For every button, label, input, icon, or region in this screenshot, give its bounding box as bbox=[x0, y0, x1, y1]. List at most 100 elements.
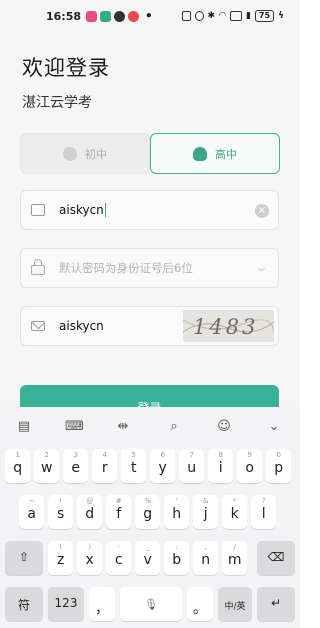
key-label: m bbox=[227, 552, 242, 568]
key-label: x bbox=[85, 552, 94, 568]
key-label: s bbox=[57, 506, 65, 522]
key-label: k bbox=[230, 506, 239, 522]
key-l[interactable]: ? l bbox=[251, 495, 277, 529]
key-a[interactable]: ~ a bbox=[19, 495, 45, 529]
key-label: h bbox=[172, 506, 182, 522]
app-notification-icon bbox=[100, 10, 111, 22]
key-m[interactable]: / m bbox=[222, 541, 248, 575]
key-o[interactable]: 9o bbox=[237, 449, 263, 483]
key-hint: : bbox=[175, 543, 178, 551]
key-hint: 4 bbox=[102, 451, 107, 459]
key-p[interactable]: 0p bbox=[266, 449, 292, 483]
key-hint: - bbox=[117, 543, 120, 551]
tab-senior-high[interactable]: 高中 bbox=[150, 133, 280, 174]
symbols-key[interactable]: 符 bbox=[5, 587, 43, 621]
comma-key[interactable]: ， bbox=[89, 587, 115, 621]
key-u[interactable]: 7u bbox=[179, 449, 205, 483]
key-h[interactable]: ' h bbox=[164, 495, 190, 529]
tree-icon bbox=[193, 146, 207, 161]
soft-keyboard: ▤ ⌨ ⇹ ⌕ ☺ ⌄ 1q2w3e4r5t6y7u8i9o0p ~ a! s @ d #… bbox=[0, 407, 300, 628]
key-s[interactable]: ! s bbox=[48, 495, 74, 529]
shift-key[interactable]: ⇧ bbox=[5, 541, 43, 575]
numbers-key[interactable]: 123 bbox=[48, 587, 84, 621]
key-label: g bbox=[143, 506, 153, 522]
clear-icon[interactable]: × bbox=[255, 204, 269, 218]
key-b[interactable]: :b bbox=[164, 541, 190, 575]
key-hint: 2 bbox=[44, 451, 49, 459]
username-field[interactable]: aiskycn × bbox=[20, 190, 279, 230]
captcha-text: 1483 bbox=[193, 315, 258, 339]
key-label: r bbox=[101, 460, 108, 476]
captcha-graphic: 1483 bbox=[183, 315, 274, 339]
tab-junior-high[interactable]: 初中 bbox=[20, 133, 150, 174]
key-hint: 0 bbox=[276, 451, 281, 459]
key-z[interactable]: (z bbox=[48, 541, 74, 575]
key-hint: 7 bbox=[189, 451, 194, 459]
tab-label: 初中 bbox=[85, 147, 107, 161]
space-key[interactable]: 🎙 bbox=[120, 587, 182, 621]
key-label: d bbox=[85, 506, 95, 522]
key-y[interactable]: 6y bbox=[150, 449, 176, 483]
enter-icon: ↵ bbox=[270, 596, 282, 610]
captcha-image[interactable]: 1483 bbox=[183, 310, 274, 342]
key-label: c bbox=[114, 552, 123, 568]
key-hint: * bbox=[232, 497, 237, 505]
app-notification-icon bbox=[86, 10, 97, 22]
period-key[interactable]: 。 bbox=[187, 587, 213, 621]
captcha-field[interactable]: aiskycn 1483 bbox=[20, 306, 279, 346]
enter-key[interactable]: ↵ bbox=[257, 587, 295, 621]
key-hint: @ bbox=[86, 497, 94, 505]
emoji-icon[interactable]: ☺ bbox=[216, 419, 232, 435]
key-label: y bbox=[158, 460, 167, 476]
cursor-move-icon[interactable]: ⇹ bbox=[115, 419, 131, 435]
lightbulb-icon bbox=[63, 146, 77, 161]
backspace-icon: ⌫ bbox=[267, 550, 285, 564]
bluetooth-icon: ✱ bbox=[207, 11, 216, 21]
key-x[interactable]: ) x bbox=[77, 541, 103, 575]
key-label: o bbox=[245, 460, 254, 476]
backspace-key[interactable]: ⌫ bbox=[257, 541, 295, 575]
key-w[interactable]: 2w bbox=[34, 449, 60, 483]
key-label: a bbox=[27, 506, 36, 522]
key-hint: ; bbox=[204, 543, 207, 551]
key-hint: _ bbox=[145, 543, 150, 551]
key-label: v bbox=[143, 552, 152, 568]
signal-hd-icon bbox=[229, 11, 242, 21]
key-e[interactable]: 3e bbox=[63, 449, 89, 483]
language-switch-key[interactable]: 中/英 bbox=[218, 587, 252, 621]
key-hint: / bbox=[233, 543, 236, 551]
key-hint: ~ bbox=[28, 497, 35, 505]
key-hint: ! bbox=[59, 497, 63, 505]
collapse-keyboard-icon[interactable]: ⌄ bbox=[266, 419, 282, 435]
key-n[interactable]: ; n bbox=[193, 541, 219, 575]
id-card-icon bbox=[31, 204, 45, 216]
key-v[interactable]: _ v bbox=[135, 541, 161, 575]
clipboard-icon[interactable]: ▤ bbox=[16, 419, 32, 435]
key-hint: ? bbox=[261, 497, 266, 505]
chevron-down-icon[interactable]: ⌄ bbox=[254, 261, 268, 274]
key-i[interactable]: 8i bbox=[208, 449, 234, 483]
key-label: 。 bbox=[193, 601, 207, 617]
key-hint: # bbox=[115, 497, 122, 505]
password-field[interactable]: 默认密码为身份证号后6位 ⌄ bbox=[20, 248, 279, 288]
key-c[interactable]: -c bbox=[106, 541, 132, 575]
app-notification-icon bbox=[128, 10, 139, 22]
key-d[interactable]: @ d bbox=[77, 495, 103, 529]
key-j[interactable]: & j bbox=[193, 495, 219, 529]
nfc-icon bbox=[181, 11, 191, 21]
key-hint: 5 bbox=[131, 451, 136, 459]
key-label: z bbox=[57, 552, 65, 568]
key-k[interactable]: * k bbox=[222, 495, 248, 529]
key-t[interactable]: 5t bbox=[121, 449, 147, 483]
search-icon[interactable]: ⌕ bbox=[166, 419, 182, 435]
key-q[interactable]: 1q bbox=[5, 449, 31, 483]
key-r[interactable]: 4r bbox=[92, 449, 118, 483]
mail-icon bbox=[31, 321, 45, 331]
keyboard-layout-icon[interactable]: ⌨ bbox=[65, 419, 84, 435]
alarm-icon bbox=[194, 11, 204, 21]
key-f[interactable]: # f bbox=[106, 495, 132, 529]
mic-icon: 🎙 bbox=[144, 598, 158, 611]
notification-icons bbox=[86, 10, 139, 22]
key-g[interactable]: % g bbox=[135, 495, 161, 529]
shift-icon: ⇧ bbox=[18, 550, 30, 564]
